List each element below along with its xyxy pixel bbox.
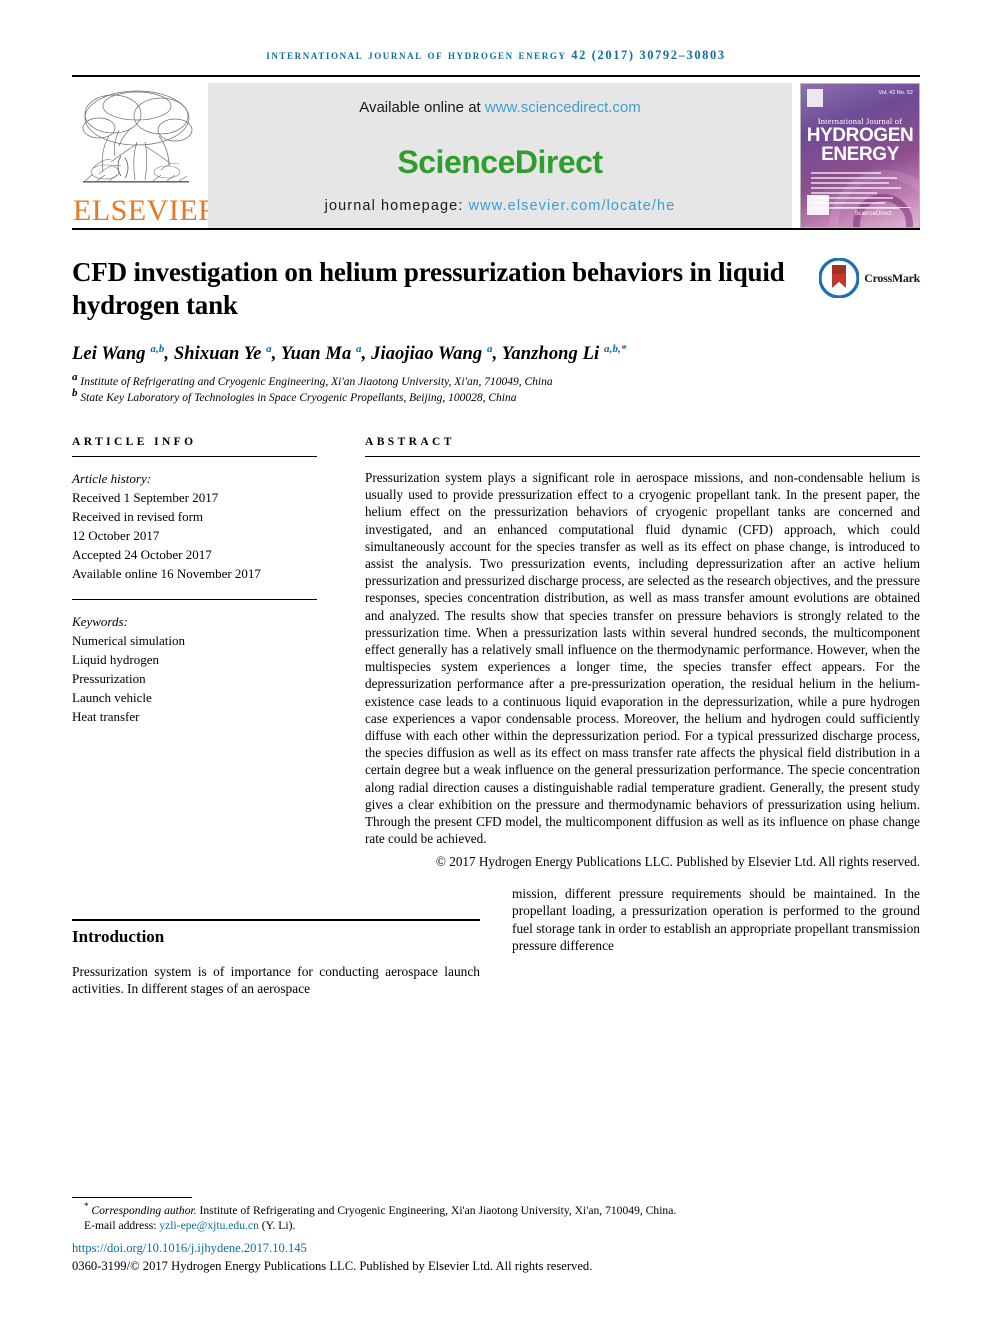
sciencedirect-link[interactable]: www.sciencedirect.com xyxy=(485,99,641,116)
body-left-column: Introduction Pressurization system is of… xyxy=(72,885,480,998)
cover-title-line3: ENERGY xyxy=(821,144,899,165)
abstract-copyright: © 2017 Hydrogen Energy Publications LLC.… xyxy=(435,854,920,870)
cover-editor-lines xyxy=(811,172,911,212)
info-abstract-section: ARTICLE INFO Article history: Received 1… xyxy=(72,436,920,871)
keywords-title: Keywords: xyxy=(72,614,128,629)
affiliation-a-text: Institute of Refrigerating and Cryogenic… xyxy=(80,376,553,388)
doi-link[interactable]: https://doi.org/10.1016/j.ijhydene.2017.… xyxy=(72,1240,920,1256)
footnote-rule xyxy=(72,1197,192,1198)
keyword-item: Launch vehicle xyxy=(72,690,152,705)
keyword-item: Heat transfer xyxy=(72,709,140,724)
email-note: E-mail address: yzli-epe@xjtu.edu.cn (Y.… xyxy=(72,1218,920,1233)
journal-homepage-link[interactable]: www.elsevier.com/locate/he xyxy=(469,198,676,214)
cover-footer: ScienceDirect xyxy=(835,207,911,217)
corresponding-author-address: Institute of Refrigerating and Cryogenic… xyxy=(196,1204,677,1217)
email-label: E-mail address: xyxy=(84,1219,160,1232)
abstract-label: ABSTRACT xyxy=(365,436,455,448)
article-history-item: Available online 16 November 2017 xyxy=(72,566,261,581)
cover-footer-text: ScienceDirect xyxy=(854,211,892,217)
affiliation-a: a Institute of Refrigerating and Cryogen… xyxy=(72,371,920,390)
article-info-column: ARTICLE INFO Article history: Received 1… xyxy=(72,436,345,871)
corresponding-author-label: Corresponding author. xyxy=(91,1204,197,1217)
crossmark-label: CrossMark xyxy=(864,270,920,285)
available-online-prefix: Available online at xyxy=(359,99,485,116)
elsevier-logo: ELSEVIER xyxy=(72,83,219,228)
sciencedirect-wordmark: ScienceDirect xyxy=(397,143,603,180)
article-history-item: Accepted 24 October 2017 xyxy=(72,547,212,562)
crossmark-badge[interactable]: CrossMark xyxy=(819,258,920,298)
section-heading-introduction: Introduction xyxy=(72,926,165,946)
affiliation-b: b State Key Laboratory of Technologies i… xyxy=(72,387,920,406)
keyword-item: Numerical simulation xyxy=(72,633,186,648)
keywords-rule xyxy=(72,599,317,600)
page-title: CFD investigation on helium pressurizati… xyxy=(72,257,785,320)
article-history-item: Received in revised form xyxy=(72,509,204,524)
body-columns: Introduction Pressurization system is of… xyxy=(72,885,920,998)
article-info-label: ARTICLE INFO xyxy=(72,436,197,448)
available-online-line: Available online at www.sciencedirect.co… xyxy=(359,99,641,116)
elsevier-wordmark: ELSEVIER xyxy=(73,194,219,227)
body-right-column: mission, different pressure requirements… xyxy=(512,885,920,998)
keyword-item: Liquid hydrogen xyxy=(72,652,160,667)
cover-elsevier-badge-icon xyxy=(807,89,823,107)
journal-cover-art: Vol. 42 No. 52 International Journal of … xyxy=(801,84,919,227)
running-head-rule xyxy=(72,75,920,77)
affiliation-a-marker: a xyxy=(72,371,78,384)
running-head: international journal of hydrogen energy… xyxy=(266,48,726,62)
affiliation-b-marker: b xyxy=(72,387,78,400)
masthead-bottom-rule xyxy=(72,228,920,230)
crossmark-icon xyxy=(819,258,860,298)
abstract-column: ABSTRACT Pressurization system plays a s… xyxy=(345,436,920,871)
journal-homepage-prefix: journal homepage: xyxy=(324,198,469,214)
article-info-rule xyxy=(72,456,317,457)
email-suffix: (Y. Li). xyxy=(258,1219,296,1232)
author-list: Lei Wang a,b, Shixuan Ye a, Yuan Ma a, J… xyxy=(72,342,627,364)
abstract-text: Pressurization system plays a significan… xyxy=(365,470,920,847)
introduction-paragraph-left: Pressurization system is of importance f… xyxy=(72,963,480,997)
affiliation-b-text: State Key Laboratory of Technologies in … xyxy=(80,392,517,404)
corresponding-author-marker: * xyxy=(84,1201,89,1212)
affiliation-list: a Institute of Refrigerating and Cryogen… xyxy=(72,371,920,406)
email-link[interactable]: yzli-epe@xjtu.edu.cn xyxy=(159,1219,259,1232)
journal-cover-thumbnail[interactable]: Vol. 42 No. 52 International Journal of … xyxy=(800,83,920,228)
keyword-item: Pressurization xyxy=(72,671,146,686)
title-block: CFD investigation on helium pressurizati… xyxy=(72,256,920,322)
footnote-block: * Corresponding author. Institute of Ref… xyxy=(72,1197,920,1275)
journal-masthead: ELSEVIER Available online at www.science… xyxy=(72,83,920,228)
cover-volume-label: Vol. 42 No. 52 xyxy=(878,90,913,96)
cover-title-line2: HYDROGEN xyxy=(806,125,914,146)
doi-text: https://doi.org/10.1016/j.ijhydene.2017.… xyxy=(72,1241,307,1255)
issn-copyright-line: 0360-3199/© 2017 Hydrogen Energy Publica… xyxy=(72,1259,593,1273)
introduction-paragraph-right: mission, different pressure requirements… xyxy=(512,885,920,954)
article-history-item: Received 1 September 2017 xyxy=(72,490,219,505)
paper-page: international journal of hydrogen energy… xyxy=(0,0,992,1323)
sciencedirect-banner: Available online at www.sciencedirect.co… xyxy=(208,83,792,228)
abstract-rule xyxy=(365,456,920,457)
elsevier-tree-icon xyxy=(82,90,193,183)
corresponding-author-note: * Corresponding author. Institute of Ref… xyxy=(72,1201,920,1218)
article-history-title: Article history: xyxy=(72,471,152,486)
article-history-item: 12 October 2017 xyxy=(72,528,160,543)
introduction-rule xyxy=(72,918,480,921)
journal-homepage-line: journal homepage: www.elsevier.com/locat… xyxy=(325,198,676,214)
